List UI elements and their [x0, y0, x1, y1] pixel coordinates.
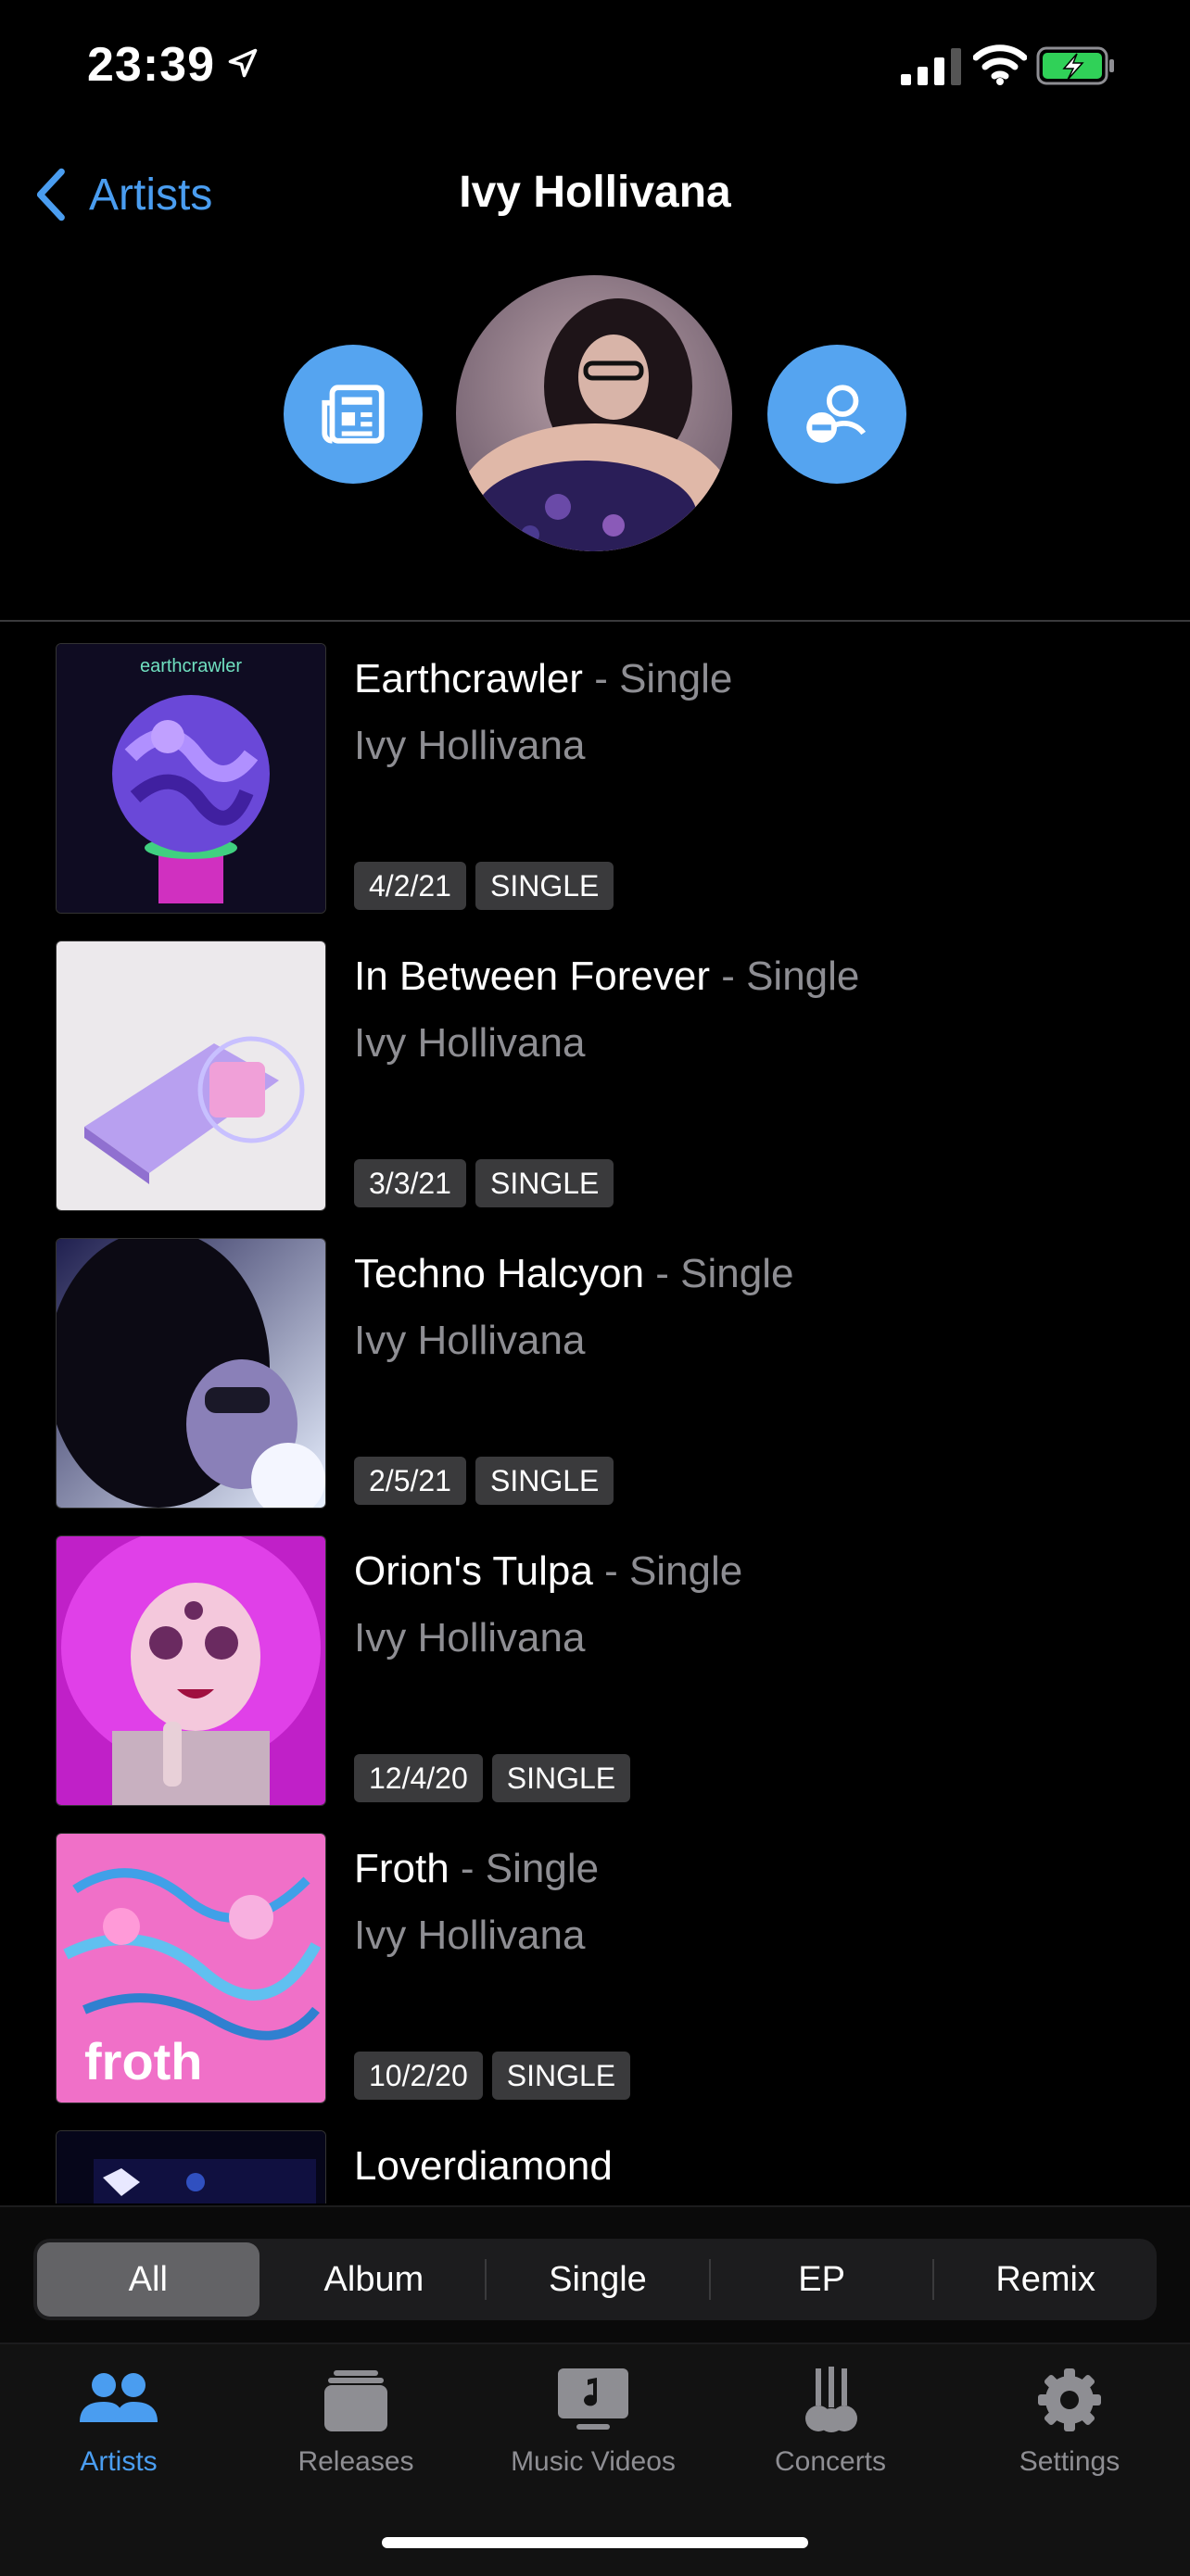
- unfollow-artist-button[interactable]: [767, 345, 906, 484]
- release-artwork: [56, 1535, 326, 1806]
- in-between-forever-artwork: [57, 941, 325, 1210]
- filter-remix[interactable]: Remix: [934, 2239, 1157, 2320]
- release-type-badge: SINGLE: [475, 1159, 614, 1207]
- release-row[interactable]: Loverdiamond: [0, 2110, 1190, 2203]
- release-artist: Ivy Hollivana: [354, 1913, 586, 1958]
- release-list[interactable]: earthcrawler Earthcrawler - Single Ivy H…: [0, 623, 1190, 2203]
- chevron-left-icon: [36, 168, 65, 221]
- release-title: Techno Halcyon - Single: [354, 1251, 794, 1296]
- filter-ep[interactable]: EP: [711, 2239, 933, 2320]
- stack-icon: [324, 2370, 387, 2431]
- techno-halcyon-artwork: [57, 1239, 325, 1508]
- release-title: Earthcrawler - Single: [354, 656, 733, 701]
- release-date-badge: 2/5/21: [354, 1457, 466, 1505]
- back-button[interactable]: Artists: [33, 165, 212, 224]
- release-date-badge: 12/4/20: [354, 1754, 483, 1802]
- tab-music-videos[interactable]: Music Videos: [475, 2367, 712, 2478]
- location-arrow-icon: [228, 48, 258, 78]
- guitars-icon: [805, 2367, 857, 2432]
- tab-label: Settings: [1019, 2446, 1120, 2477]
- release-artwork: [56, 1238, 326, 1509]
- filter-bar: All Album Single EP Remix: [0, 2205, 1190, 2344]
- remove-person-icon: [806, 385, 867, 443]
- release-row[interactable]: Techno Halcyon - Single Ivy Hollivana 2/…: [0, 1218, 1190, 1515]
- header-divider: [0, 620, 1190, 622]
- release-artwork: earthcrawler: [56, 643, 326, 914]
- svg-text:earthcrawler: earthcrawler: [140, 656, 242, 676]
- wifi-icon: [973, 44, 1027, 85]
- artist-photo: [456, 275, 732, 551]
- orions-tulpa-artwork: [57, 1536, 325, 1805]
- release-date-badge: 3/3/21: [354, 1159, 466, 1207]
- release-type-badge: SINGLE: [491, 2052, 631, 2100]
- status-bar: 23:39: [0, 0, 1190, 130]
- avatar: [456, 275, 732, 551]
- froth-artwork: froth: [57, 1834, 325, 2102]
- earthcrawler-artwork: earthcrawler: [57, 644, 325, 913]
- release-row[interactable]: froth Froth - Single Ivy Hollivana 10/2/…: [0, 1812, 1190, 2110]
- filter-all[interactable]: All: [37, 2242, 260, 2317]
- tab-artists[interactable]: Artists: [0, 2367, 237, 2478]
- release-type-badge: SINGLE: [475, 1457, 614, 1505]
- news-icon: [322, 385, 385, 444]
- signal-icon: [901, 48, 961, 85]
- tab-concerts[interactable]: Concerts: [712, 2367, 949, 2478]
- release-type-badge: SINGLE: [491, 1754, 631, 1802]
- release-artist: Ivy Hollivana: [354, 1020, 586, 1066]
- tab-settings[interactable]: Settings: [951, 2367, 1188, 2478]
- tab-label: Releases: [298, 2446, 414, 2477]
- release-artwork: froth: [56, 1833, 326, 2103]
- home-indicator[interactable]: [382, 2537, 808, 2548]
- back-button-label: Artists: [89, 170, 213, 220]
- release-artist: Ivy Hollivana: [354, 1318, 586, 1363]
- release-artist: Ivy Hollivana: [354, 723, 586, 768]
- tab-releases[interactable]: Releases: [237, 2367, 475, 2478]
- release-artwork: [56, 941, 326, 1211]
- music-tv-icon: [558, 2368, 628, 2430]
- release-artwork: [56, 2130, 326, 2203]
- release-title: Loverdiamond: [354, 2143, 613, 2189]
- gear-icon: [1038, 2368, 1101, 2431]
- filter-single[interactable]: Single: [487, 2239, 709, 2320]
- release-title: Froth - Single: [354, 1846, 600, 1891]
- tab-label: Artists: [80, 2446, 158, 2477]
- release-type-filter[interactable]: All Album Single EP Remix: [33, 2239, 1157, 2320]
- loverdiamond-artwork: [57, 2131, 325, 2203]
- release-type-badge: SINGLE: [475, 862, 614, 910]
- status-time: 23:39: [87, 38, 215, 92]
- news-button[interactable]: [284, 345, 423, 484]
- svg-text:froth: froth: [84, 2032, 203, 2090]
- tab-label: Concerts: [774, 2446, 887, 2477]
- filter-album[interactable]: Album: [263, 2239, 486, 2320]
- release-title: Orion's Tulpa - Single: [354, 1548, 743, 1594]
- release-row[interactable]: earthcrawler Earthcrawler - Single Ivy H…: [0, 623, 1190, 920]
- release-row[interactable]: Orion's Tulpa - Single Ivy Hollivana 12/…: [0, 1515, 1190, 1812]
- release-artist: Ivy Hollivana: [354, 1615, 586, 1661]
- people-icon: [80, 2373, 158, 2422]
- release-date-badge: 4/2/21: [354, 862, 466, 910]
- release-title: In Between Forever - Single: [354, 953, 860, 999]
- release-date-badge: 10/2/20: [354, 2052, 483, 2100]
- release-row[interactable]: In Between Forever - Single Ivy Hollivan…: [0, 920, 1190, 1218]
- tab-label: Music Videos: [511, 2446, 676, 2477]
- battery-charging-icon: [1036, 46, 1114, 85]
